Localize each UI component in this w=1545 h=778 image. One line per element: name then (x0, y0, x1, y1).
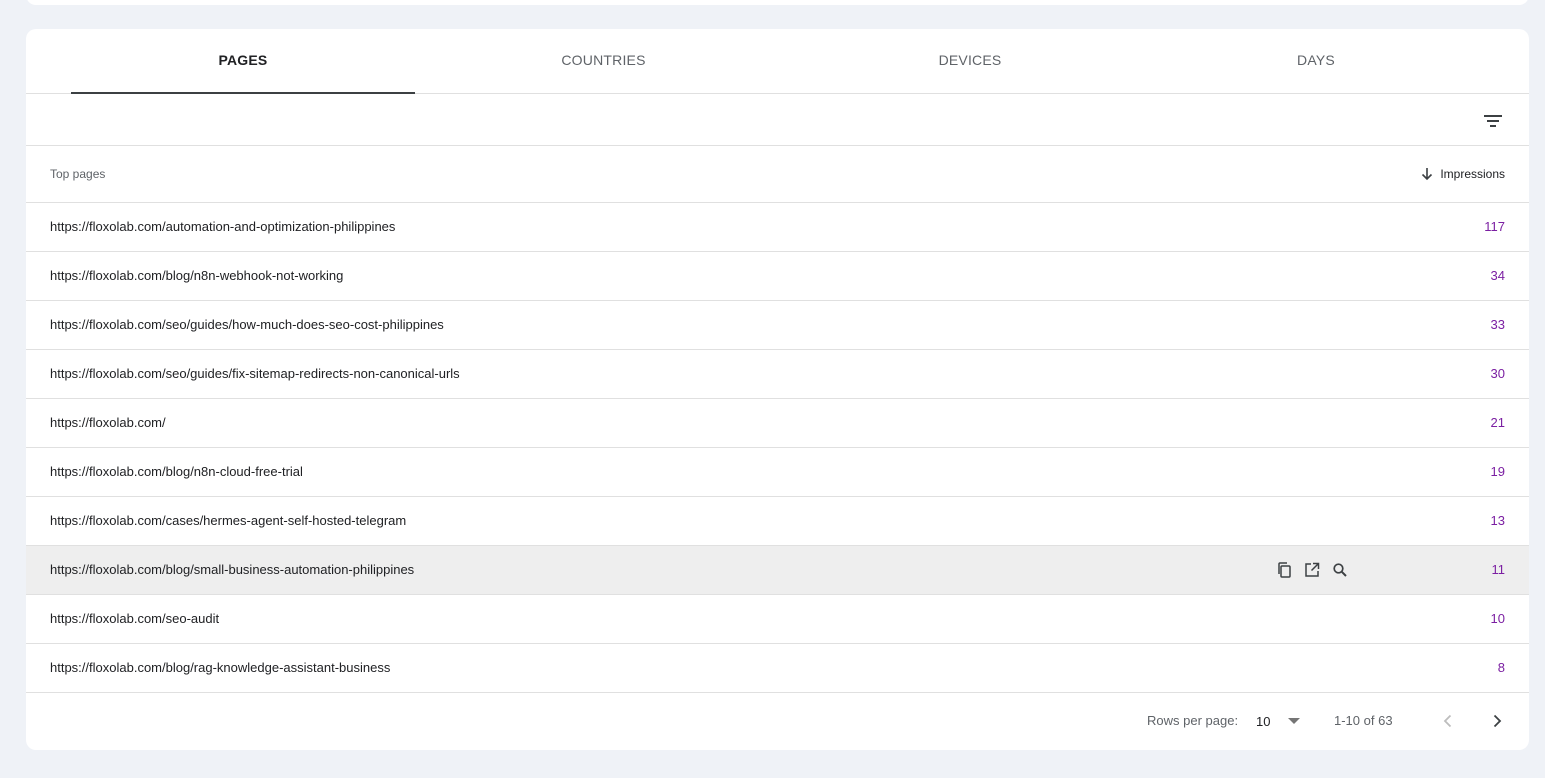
impressions-value: 33 (1490, 317, 1505, 332)
table-row[interactable]: https://floxolab.com/blog/rag-knowledge-… (26, 644, 1529, 693)
table-header: Top pages Impressions (26, 146, 1529, 203)
impressions-value: 30 (1490, 366, 1505, 381)
table-row[interactable]: https://floxolab.com/ 21 (26, 399, 1529, 448)
open-url-button[interactable] (1302, 560, 1322, 580)
impressions-value: 21 (1490, 415, 1505, 430)
table-row[interactable]: https://floxolab.com/blog/n8n-cloud-free… (26, 448, 1529, 497)
page-url: https://floxolab.com/blog/n8n-webhook-no… (50, 268, 344, 283)
impressions-value: 19 (1490, 464, 1505, 479)
tab-days[interactable]: DAYS (1144, 29, 1488, 93)
impressions-value: 8 (1497, 660, 1505, 675)
rows-per-page-value: 10 (1256, 713, 1271, 729)
page-url: https://floxolab.com/automation-and-opti… (50, 219, 396, 234)
tab-devices[interactable]: DEVICES (798, 29, 1142, 93)
tab-devices-label: DEVICES (938, 52, 1002, 68)
chevron-right-icon (1493, 714, 1502, 728)
page-url: https://floxolab.com/seo-audit (50, 611, 220, 626)
page-url: https://floxolab.com/cases/hermes-agent-… (50, 513, 407, 528)
rows-per-page-select[interactable]: 10 (1256, 693, 1301, 749)
search-icon (1333, 563, 1347, 577)
impressions-sort-header[interactable]: Impressions (1420, 146, 1505, 202)
dropdown-arrow-icon (1288, 718, 1301, 724)
page-url: https://floxolab.com/blog/n8n-cloud-free… (50, 464, 303, 479)
table-row[interactable]: https://floxolab.com/cases/hermes-agent-… (26, 497, 1529, 546)
previous-page-button[interactable] (1436, 709, 1460, 733)
table-row-hovered[interactable]: https://floxolab.com/blog/small-business… (26, 546, 1529, 595)
impressions-value: 117 (1484, 219, 1505, 234)
impressions-value: 10 (1490, 611, 1505, 626)
pagination-footer: Rows per page: 10 1-10 of 63 (26, 693, 1529, 749)
pagination-range: 1-10 of 63 (1334, 713, 1393, 728)
page-url: https://floxolab.com/blog/rag-knowledge-… (50, 660, 391, 675)
filter-icon (1484, 115, 1502, 127)
tab-pages[interactable]: PAGES (71, 29, 415, 94)
arrow-down-icon (1422, 168, 1433, 181)
next-page-button[interactable] (1485, 709, 1509, 733)
table-row[interactable]: https://floxolab.com/seo/guides/fix-site… (26, 350, 1529, 399)
filter-bar (26, 94, 1529, 146)
page-url: https://floxolab.com/ (50, 415, 166, 430)
table-row[interactable]: https://floxolab.com/blog/n8n-webhook-no… (26, 252, 1529, 301)
filter-button[interactable] (1477, 105, 1509, 137)
copy-icon (1278, 562, 1291, 578)
tab-countries[interactable]: COUNTRIES (431, 29, 776, 93)
tab-pages-label: PAGES (218, 52, 268, 68)
inspect-url-button[interactable] (1330, 560, 1350, 580)
rows-per-page-label: Rows per page: (1147, 713, 1239, 728)
page-url: https://floxolab.com/seo/guides/how-much… (50, 317, 444, 332)
open-in-new-icon (1305, 562, 1320, 577)
table-row[interactable]: https://floxolab.com/seo-audit 10 (26, 595, 1529, 644)
impressions-value: 34 (1490, 268, 1505, 283)
impressions-value: 11 (1491, 562, 1506, 577)
impressions-value: 13 (1490, 513, 1505, 528)
tab-bar: PAGES COUNTRIES DEVICES DAYS (26, 29, 1529, 94)
table-row[interactable]: https://floxolab.com/seo/guides/how-much… (26, 301, 1529, 350)
impressions-header-label: Impressions (1440, 167, 1505, 181)
page-url: https://floxolab.com/seo/guides/fix-site… (50, 366, 460, 381)
row-actions (1274, 560, 1350, 580)
tab-countries-label: COUNTRIES (561, 52, 646, 68)
page-url: https://floxolab.com/blog/small-business… (50, 562, 415, 577)
previous-card (26, 0, 1529, 5)
report-card: PAGES COUNTRIES DEVICES DAYS Top pages I… (26, 29, 1529, 750)
top-pages-header: Top pages (50, 167, 106, 181)
table-row[interactable]: https://floxolab.com/automation-and-opti… (26, 203, 1529, 252)
table-body: https://floxolab.com/automation-and-opti… (26, 203, 1529, 693)
tab-days-label: DAYS (1297, 52, 1335, 68)
chevron-left-icon (1443, 714, 1452, 728)
copy-url-button[interactable] (1274, 560, 1294, 580)
